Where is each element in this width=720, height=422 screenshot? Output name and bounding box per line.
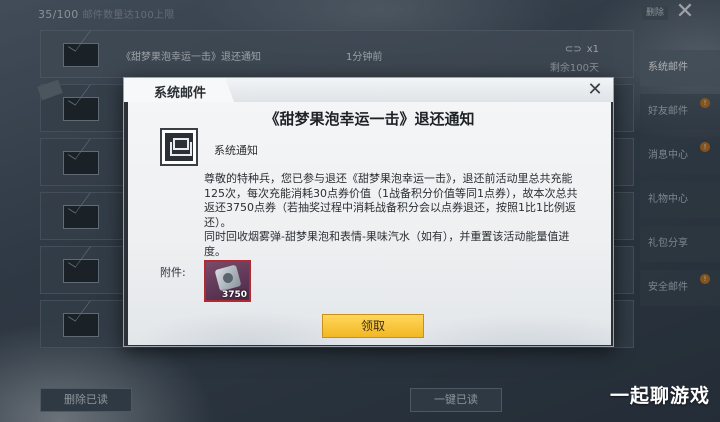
mail-body-paragraph: 同时回收烟雾弹-甜梦果泡和表情-果味汽水（如有），并重置该活动能量值进度。 bbox=[204, 230, 570, 258]
attachment-item[interactable]: 3750 bbox=[204, 260, 251, 302]
coupon-icon bbox=[214, 264, 242, 292]
sender-name: 系统通知 bbox=[214, 144, 258, 157]
system-mail-dialog: 系统邮件 ✕ 《甜梦果泡幸运一击》退还通知 系统通知 尊敬的特种兵，您已参与退还… bbox=[123, 77, 614, 347]
close-icon[interactable]: ✕ bbox=[585, 80, 605, 100]
mail-body: 尊敬的特种兵，您已参与退还《甜梦果泡幸运一击》，退还前活动里总共充能125次，每… bbox=[204, 172, 584, 259]
mail-open-icon bbox=[160, 128, 198, 166]
attachment-label: 附件: bbox=[160, 266, 186, 279]
watermark: 一起聊游戏 bbox=[609, 385, 710, 407]
claim-button[interactable]: 领取 bbox=[322, 314, 424, 338]
mail-heading: 《甜梦果泡幸运一击》退还通知 bbox=[264, 110, 475, 128]
dialog-body: 《甜梦果泡幸运一击》退还通知 系统通知 尊敬的特种兵，您已参与退还《甜梦果泡幸运… bbox=[128, 102, 611, 345]
mail-body-paragraph: 尊敬的特种兵，您已参与退还《甜梦果泡幸运一击》，退还前活动里总共充能125次，每… bbox=[204, 172, 578, 229]
dialog-header: 系统邮件 ✕ bbox=[124, 78, 613, 102]
dialog-title: 系统邮件 bbox=[154, 86, 207, 101]
attachment-quantity: 3750 bbox=[221, 290, 247, 300]
